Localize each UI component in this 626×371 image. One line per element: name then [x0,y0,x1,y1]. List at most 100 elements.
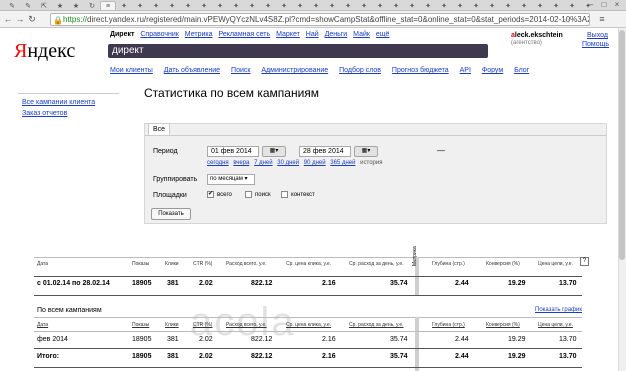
nav-reference[interactable]: Справочник [140,31,179,38]
browser-tab[interactable]: ✦ [308,1,324,10]
history-link[interactable]: история [360,160,382,166]
browser-tab[interactable]: ✦ [452,1,468,10]
subnav-budget-forecast[interactable]: Прогноз бюджета [392,67,449,74]
browser-tab[interactable]: ✦ [340,1,356,10]
browser-tab[interactable]: ✦ [372,1,388,10]
browser-tab[interactable]: ✦ [436,1,452,10]
show-button[interactable]: Показать [151,208,191,220]
menu-icon[interactable]: ≡ [597,14,607,24]
browser-tab[interactable]: ✦ [292,1,308,10]
browser-tab[interactable]: ✦ [388,1,404,10]
nav-market[interactable]: Маркет [276,31,300,38]
browser-tab[interactable]: ✦ [116,1,132,10]
col2-shows[interactable]: Показы [132,322,149,328]
col2-cpc[interactable]: Ср. цена клика, у.е. [286,322,331,328]
col2-clicks[interactable]: Клики [165,322,179,328]
browser-tab[interactable]: ✎ [20,1,36,10]
browser-tab[interactable]: ✦ [244,1,260,10]
nav-adnetwork[interactable]: Рекламная сеть [218,31,270,38]
minimize-icon[interactable]: – [585,0,597,10]
browser-tab[interactable]: ✦ [404,1,420,10]
browser-tab[interactable]: ✦ [324,1,340,10]
browser-tab[interactable]: ✦ [180,1,196,10]
browser-tab[interactable]: ★ [52,1,68,10]
checkbox-context-box[interactable] [281,191,288,198]
browser-tab[interactable]: ✦ [196,1,212,10]
browser-tab[interactable]: ✦ [500,1,516,10]
quick-365-days[interactable]: 365 дней [330,160,355,166]
subnav-api[interactable]: API [460,67,471,74]
col2-conversion[interactable]: Конверсия (%) [486,322,520,328]
quick-30-days[interactable]: 30 дней [277,160,299,166]
date-to-input[interactable]: 28 фев 2014 [299,146,351,157]
nav-find[interactable]: Най [306,31,319,38]
browser-tab[interactable]: ✦ [356,1,372,10]
subnav-my-clients[interactable]: Мои клиенты [110,67,153,74]
tab-all[interactable]: Все [148,123,170,135]
browser-tab[interactable]: ✦ [484,1,500,10]
checkbox-context[interactable]: контекст [281,191,315,198]
col2-depth[interactable]: Глубина (стр.) [432,322,465,328]
yandex-logo[interactable]: Яндекс [14,40,75,63]
quick-yesterday[interactable]: вчера [233,160,249,166]
calendar-from-button[interactable]: ▦▾ [262,146,286,157]
nav-mail[interactable]: Майк [353,31,370,38]
forward-icon[interactable]: → [15,14,25,24]
browser-tab[interactable]: ⇱ [36,1,52,10]
sidebar-item-order-reports[interactable]: Заказ отчетов [18,108,119,119]
browser-tab[interactable]: ✦ [260,1,276,10]
quick-today[interactable]: сегодня [207,160,229,166]
browser-tab[interactable]: ✦ [212,1,228,10]
exit-link[interactable]: Выход [587,32,608,39]
show-chart-link[interactable]: Показать график [535,307,582,313]
subnav-blog[interactable]: Блог [514,67,529,74]
quick-90-days[interactable]: 90 дней [304,160,326,166]
checkbox-search-box[interactable] [245,191,252,198]
subnav-admin[interactable]: Администрирование [261,67,328,74]
col2-daily[interactable]: Ср. расход за день, у.е. [349,322,404,328]
close-icon[interactable]: × [611,0,623,10]
back-icon[interactable]: ← [3,14,13,24]
help-question-icon[interactable]: ? [580,257,589,266]
subnav-word-selection[interactable]: Подбор слов [339,67,381,74]
maximize-icon[interactable]: □ [598,0,610,10]
bookmark-star-icon[interactable]: ☆ [563,15,571,25]
browser-tab[interactable]: ✦ [548,1,564,10]
checkbox-all-box[interactable]: ✔ [207,191,214,198]
calendar-to-button[interactable]: ▦▾ [354,146,378,157]
browser-tab[interactable]: ≡ [100,1,116,10]
col2-goal-cost[interactable]: Цена цели, у.е. [538,322,573,328]
subnav-create-ad[interactable]: Дать объявление [164,67,220,74]
browser-tab[interactable]: ✦ [164,1,180,10]
scrollbar-thumb[interactable] [619,30,625,260]
col2-date[interactable]: Дата [37,322,48,328]
browser-tab[interactable]: ✦ [420,1,436,10]
col2-ctr[interactable]: CTR (%) [193,322,212,328]
nav-metrika[interactable]: Метрика [185,31,213,38]
nav-direct[interactable]: Директ [110,31,134,38]
browser-tab[interactable]: ✦ [468,1,484,10]
reload-icon[interactable]: ↻ [27,14,37,24]
sidebar-item-all-campaigns[interactable]: Все кампании клиента [18,97,119,108]
nav-money[interactable]: Деньги [325,31,348,38]
browser-tab[interactable]: ✦ [228,1,244,10]
address-bar[interactable]: 🔒 https://direct.yandex.ru/registered/ma… [50,13,590,26]
browser-tab[interactable]: ✦ [148,1,164,10]
browser-tab[interactable]: ✦ [532,1,548,10]
checkbox-search[interactable]: поиск [245,191,271,198]
subnav-search[interactable]: Поиск [231,67,250,74]
user-login[interactable]: aleck.ekschtein [511,32,563,39]
subnav-forum[interactable]: Форум [482,67,503,74]
browser-tab[interactable]: ✎ [4,1,20,10]
browser-tab[interactable]: ✦ [564,1,580,10]
nav-more[interactable]: ещё [376,31,390,38]
checkbox-all[interactable]: ✔ всего [207,191,232,198]
browser-tab[interactable]: ✦ [132,1,148,10]
browser-tab[interactable]: ✦ [276,1,292,10]
browser-tab[interactable]: ✦ [516,1,532,10]
col2-spend[interactable]: Расход всего, у.е. [226,322,267,328]
quick-7-days[interactable]: 7 дней [254,160,273,166]
group-select[interactable]: по месяцам ▾ [207,174,255,185]
browser-tab[interactable]: ↻ [84,1,100,10]
date-from-input[interactable]: 01 фев 2014 [207,146,259,157]
